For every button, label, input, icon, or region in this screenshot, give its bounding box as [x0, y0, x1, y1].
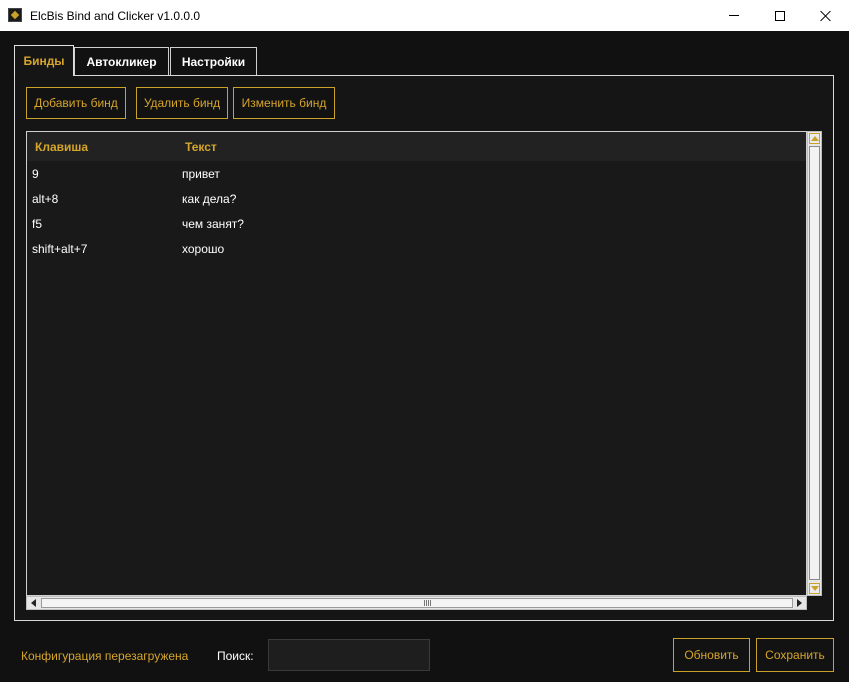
- scroll-left-button[interactable]: [28, 598, 39, 608]
- tab-binds[interactable]: Бинды: [14, 45, 74, 76]
- row-text: чем занят?: [182, 217, 244, 231]
- arrow-right-icon: [797, 599, 802, 607]
- arrow-left-icon: [31, 599, 36, 607]
- vertical-scrollbar[interactable]: [807, 131, 822, 596]
- arrow-down-icon: [810, 586, 819, 591]
- close-button[interactable]: [803, 0, 849, 31]
- maximize-button[interactable]: [757, 0, 803, 31]
- row-text: хорошо: [182, 242, 225, 256]
- search-label: Поиск:: [217, 649, 254, 663]
- table-row[interactable]: shift+alt+7 хорошо: [27, 236, 806, 261]
- window-title: ElcBis Bind and Clicker v1.0.0.0: [30, 9, 201, 23]
- title-bar: ElcBis Bind and Clicker v1.0.0.0: [0, 0, 849, 31]
- row-text: привет: [182, 167, 220, 181]
- minimize-button[interactable]: [711, 0, 757, 31]
- maximize-icon: [775, 10, 785, 21]
- scroll-right-button[interactable]: [794, 598, 805, 608]
- tab-autoclicker[interactable]: Автокликер: [74, 47, 169, 75]
- save-button[interactable]: Сохранить: [756, 638, 834, 672]
- binds-table: Клавиша Текст 9 привет alt+8 как дела? f…: [26, 131, 807, 596]
- app-logo-icon: [8, 8, 22, 22]
- arrow-up-icon: [810, 136, 819, 141]
- tab-settings[interactable]: Настройки: [170, 47, 257, 75]
- search-input[interactable]: [268, 639, 430, 671]
- row-key: shift+alt+7: [32, 242, 88, 256]
- scroll-down-button[interactable]: [809, 583, 820, 594]
- row-key: alt+8: [32, 192, 59, 206]
- scroll-up-button[interactable]: [809, 133, 820, 144]
- status-text: Конфигурация перезагружена: [21, 649, 189, 663]
- horizontal-scrollbar[interactable]: [26, 596, 807, 610]
- row-key: 9: [32, 167, 39, 181]
- table-row[interactable]: f5 чем занят?: [27, 211, 806, 236]
- column-header-text[interactable]: Текст: [185, 140, 217, 154]
- delete-bind-button[interactable]: Удалить бинд: [136, 87, 228, 119]
- vertical-scroll-thumb[interactable]: [809, 146, 820, 580]
- refresh-button[interactable]: Обновить: [673, 638, 750, 672]
- minimize-icon: [729, 15, 739, 16]
- add-bind-button[interactable]: Добавить бинд: [26, 87, 126, 119]
- column-header-key[interactable]: Клавиша: [35, 140, 88, 154]
- edit-bind-button[interactable]: Изменить бинд: [233, 87, 335, 119]
- row-text: как дела?: [182, 192, 237, 206]
- table-header: Клавиша Текст: [27, 132, 806, 161]
- grip-icon: [424, 600, 432, 606]
- row-key: f5: [32, 217, 43, 231]
- close-icon: [820, 10, 832, 22]
- table-row[interactable]: 9 привет: [27, 161, 806, 186]
- horizontal-scroll-thumb[interactable]: [41, 598, 793, 608]
- table-row[interactable]: alt+8 как дела?: [27, 186, 806, 211]
